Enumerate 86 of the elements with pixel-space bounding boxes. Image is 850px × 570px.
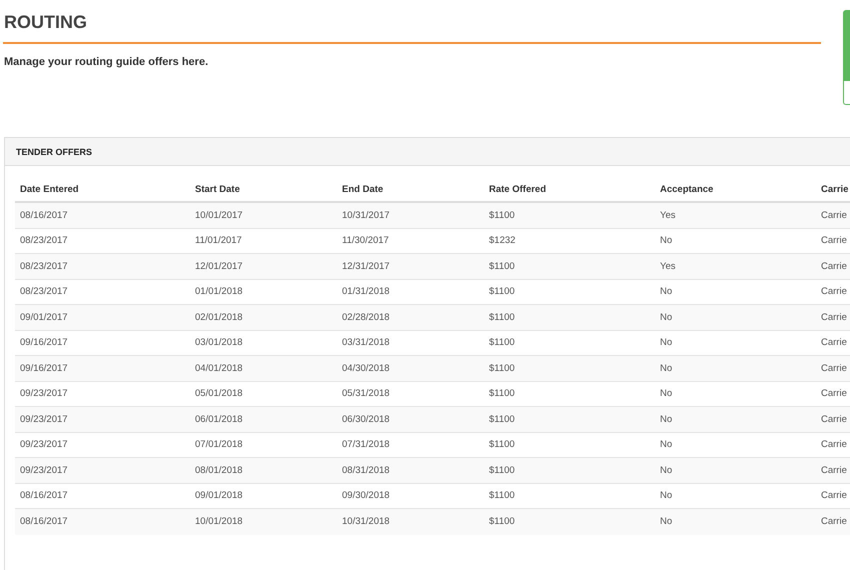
table-cell-text: Carrie (820, 490, 845, 502)
table-cell-text: Carrie (820, 210, 845, 221)
table-cell-text: $1100 (488, 337, 516, 348)
table-cell-text: 03/01/2018 (194, 337, 244, 348)
column-header: Rate Offered (488, 184, 548, 194)
panel-title: TENDER OFFERS (16, 146, 92, 156)
table-cell-text: No (659, 286, 674, 298)
table-cell-text: 05/01/2018 (194, 388, 244, 400)
table-cell-text: 09/16/2017 (19, 337, 69, 348)
table-cell-text: 09/16/2017 (19, 362, 69, 374)
table-cell-text: 01/31/2018 (341, 286, 391, 298)
table-cell-text: 10/31/2017 (341, 210, 391, 221)
table-cell-text: 02/01/2018 (194, 312, 244, 323)
table-cell-text: $1232 (488, 235, 516, 246)
table-cell-text: $1100 (488, 388, 516, 400)
table-cell-text: 08/16/2017 (19, 516, 69, 528)
page-subtitle: Manage your routing guide offers here. (4, 56, 208, 68)
table-cell-text: Carrie (820, 388, 845, 400)
table-cell-text: $1100 (488, 414, 516, 425)
table-cell-text: 05/31/2018 (341, 388, 391, 400)
table-cell-text: No (659, 388, 674, 400)
table-cell-text: Yes (659, 260, 676, 272)
table-cell-text: $1100 (488, 286, 516, 298)
table-cell-text: No (659, 490, 674, 502)
table-cell-text: Carrie (820, 312, 845, 323)
table-cell-text: Carrie (820, 464, 845, 476)
table-cell-text: 06/30/2018 (341, 414, 391, 425)
table-cell-text: No (659, 337, 674, 348)
table-cell-text: 08/16/2017 (19, 490, 69, 502)
column-header: End Date (341, 184, 384, 194)
table-cell-text: Carrie (820, 414, 845, 425)
table-cell-text: Carrie (820, 516, 845, 528)
table-cell-text: 09/01/2018 (194, 490, 244, 502)
column-header: Acceptance (659, 184, 714, 194)
table-cell-text: 08/01/2018 (194, 464, 244, 476)
table-cell-text: No (659, 414, 674, 425)
column-header: Start Date (194, 184, 241, 194)
table-cell-text: 07/31/2018 (341, 439, 391, 450)
table-cell-text: No (659, 439, 674, 450)
table-cell-text: 10/01/2018 (194, 516, 244, 528)
table-cell-text: Carrie (820, 439, 845, 450)
table-cell-text: 08/16/2017 (19, 210, 69, 221)
table-cell-text: $1100 (488, 439, 516, 450)
table-cell-text: 10/01/2017 (194, 210, 244, 221)
table-cell-text: No (659, 516, 674, 528)
table-cell-text: $1100 (488, 260, 516, 272)
table-cell-text: 11/01/2017 (194, 235, 243, 246)
table-cell-text: 09/23/2017 (19, 464, 69, 476)
table-cell-text: 09/01/2017 (19, 312, 69, 323)
table-cell-text: Yes (659, 210, 676, 221)
table-cell-text: Carrie (820, 337, 845, 348)
table-cell-text: 12/01/2017 (194, 260, 244, 272)
table-cell-text: 09/23/2017 (19, 388, 69, 400)
table-cell-text: Carrie (820, 362, 845, 374)
table-cell-text: 07/01/2018 (194, 439, 244, 450)
table-cell-text: No (659, 464, 674, 476)
table-cell-text: No (659, 235, 674, 246)
table-cell-text: No (659, 312, 674, 323)
table-cell-text: 03/31/2018 (341, 337, 391, 348)
table-cell-text: 10/31/2018 (341, 516, 391, 528)
table-cell-text: 08/23/2017 (19, 260, 69, 272)
column-header: Date Entered (19, 184, 80, 194)
table-cell-text: $1100 (488, 362, 516, 374)
table-cell-text: 02/28/2018 (341, 312, 391, 323)
table-cell-text: Carrie (820, 235, 845, 246)
table-cell-text: 01/01/2018 (194, 286, 244, 298)
table-cell-text: 06/01/2018 (194, 414, 244, 425)
table-cell-text: 09/23/2017 (19, 414, 69, 425)
table-cell-text: $1100 (488, 490, 516, 502)
table-cell-text: No (659, 362, 674, 374)
table-cell-text: Carrie (820, 286, 845, 298)
table-cell-text: $1100 (488, 312, 516, 323)
table-cell-text: 08/23/2017 (19, 235, 69, 246)
table-cell-text: 11/30/2017 (341, 235, 390, 246)
page-title: ROUTING (3, 11, 87, 34)
table-cell-text: Carrie (820, 260, 845, 272)
table-cell-text: $1100 (488, 210, 516, 221)
table-cell-text: 08/23/2017 (19, 286, 69, 298)
table-cell-text: 09/23/2017 (19, 439, 69, 450)
table-cell-text: 04/01/2018 (194, 362, 244, 374)
table-cell-text: 12/31/2017 (341, 260, 391, 272)
table-cell-text: $1100 (488, 464, 516, 476)
table-cell-text: $1100 (488, 516, 516, 528)
table-cell-text: 04/30/2018 (341, 362, 391, 374)
table-cell-text: 08/31/2018 (341, 464, 391, 476)
table-cell-text: 09/30/2018 (341, 490, 391, 502)
